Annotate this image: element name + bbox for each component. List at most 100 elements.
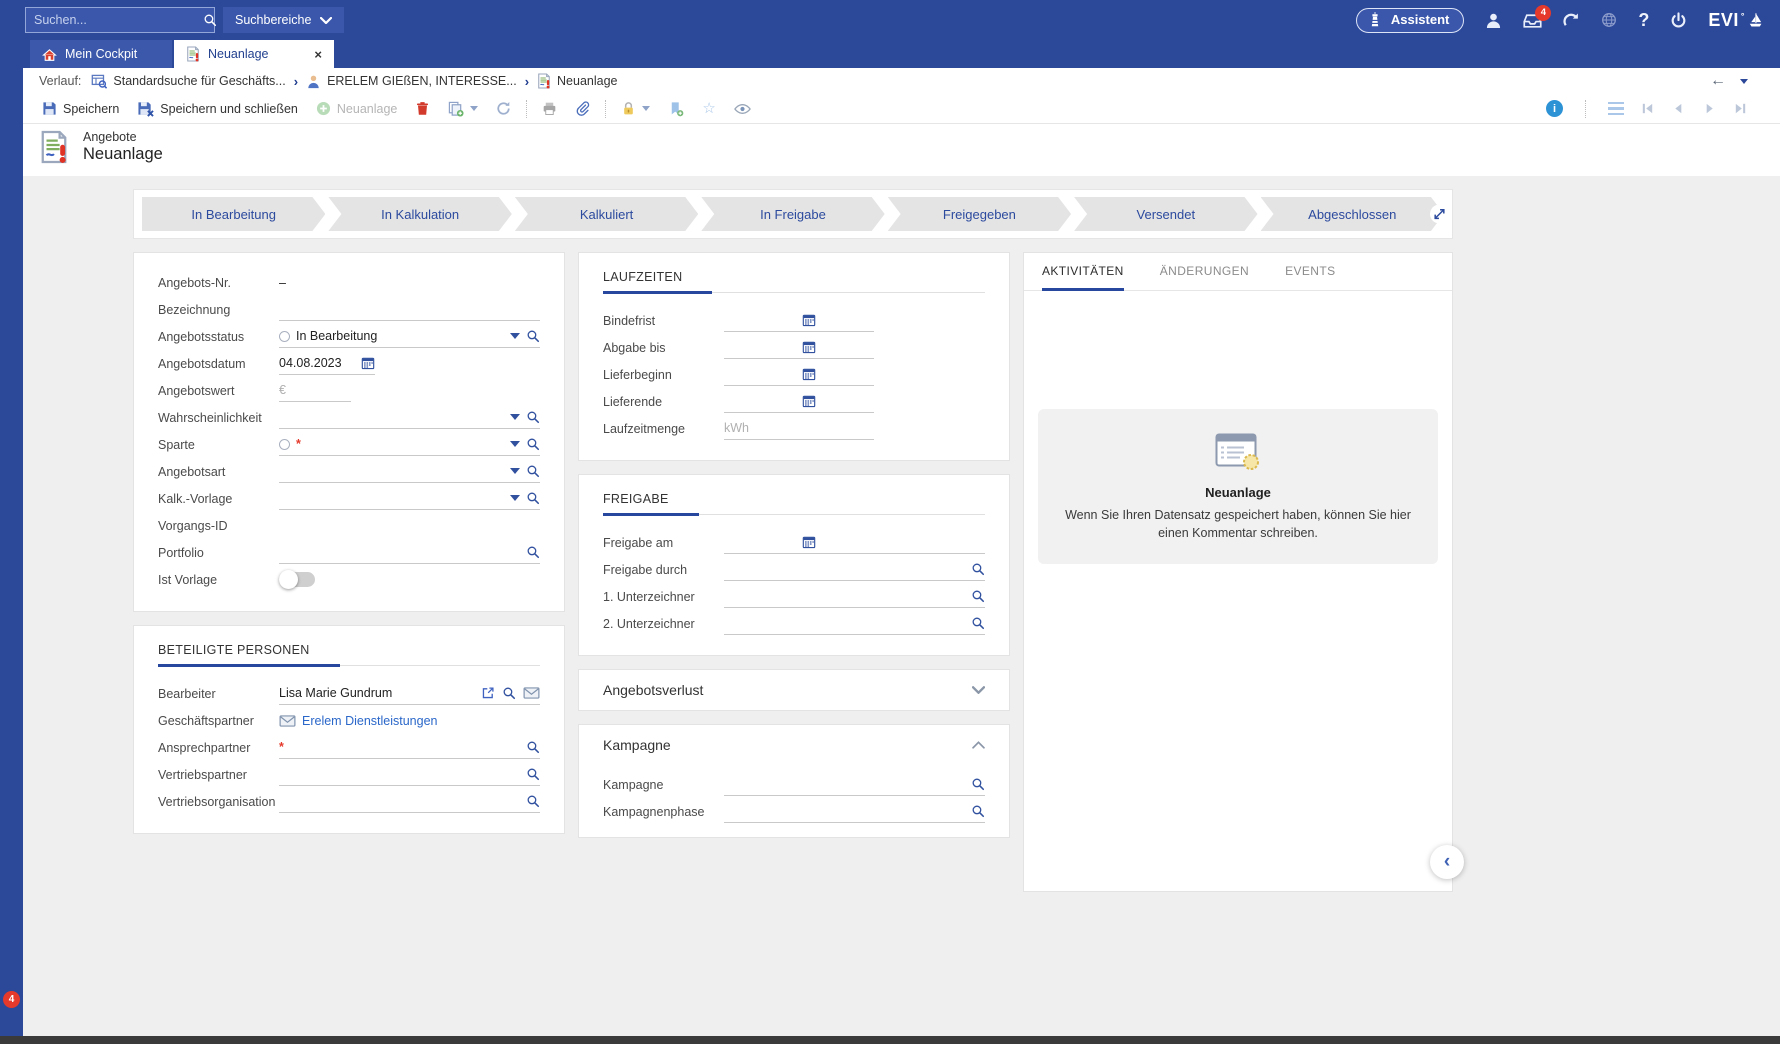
calendar-icon[interactable] [802,340,816,354]
chevron-down-icon[interactable] [510,441,520,447]
search-icon[interactable] [971,804,985,818]
step-versendet[interactable]: Versendet [1074,197,1257,231]
help-icon[interactable]: ? [1638,10,1649,31]
panel-collapse-button[interactable]: ‹ [1430,845,1464,879]
search-icon[interactable] [526,464,540,478]
assistant-button[interactable]: Assistent [1356,8,1465,33]
wahrscheinlichkeit-select[interactable] [279,406,540,429]
calendar-icon[interactable] [802,313,816,327]
angebotsverlust-accordion[interactable]: Angebotsverlust [578,669,1010,711]
laufzeitmenge-input[interactable] [724,421,874,435]
breadcrumb-item-search[interactable]: Standardsuche für Geschäfts... [91,73,285,89]
tab-aenderungen[interactable]: ÄNDERUNGEN [1160,253,1249,291]
angebotsstatus-select[interactable]: In Bearbeitung [279,325,540,348]
save-and-close-button[interactable]: Speichern und schließen [128,94,307,123]
angebotsdatum-input[interactable] [279,356,355,370]
email-icon[interactable] [279,715,296,727]
search-icon[interactable] [526,437,540,451]
notification-badge[interactable]: 4 [3,991,20,1008]
search-icon[interactable] [526,767,540,781]
favorite-button[interactable]: ☆ [693,94,724,123]
chevron-down-icon[interactable] [510,333,520,339]
attachment-button[interactable] [566,94,599,123]
bindefrist-input[interactable] [724,313,796,327]
tab-aktivitaeten[interactable]: AKTIVITÄTEN [1042,253,1124,291]
sparte-select[interactable]: * [279,433,540,456]
step-freigegeben[interactable]: Freigegeben [888,197,1071,231]
chevron-down-icon[interactable] [510,414,520,420]
watch-button[interactable] [725,94,760,123]
search-icon[interactable] [526,740,540,754]
unterzeichner-1-lookup[interactable] [724,585,985,608]
search-icon[interactable] [502,686,516,700]
lieferbeginn-input[interactable] [724,367,796,381]
step-abgeschlossen[interactable]: Abgeschlossen [1261,197,1444,231]
tab-neuanlage[interactable]: Neuanlage × [174,40,334,68]
kampagne-accordion-header[interactable]: Kampagne [603,737,985,753]
search-input[interactable] [26,13,203,27]
chevron-up-icon[interactable] [972,741,985,749]
calendar-icon[interactable] [802,367,816,381]
copy-button[interactable] [439,94,487,123]
tab-mein-cockpit[interactable]: Mein Cockpit [30,40,172,68]
nav-last-icon[interactable] [1733,101,1748,116]
chevron-down-icon[interactable] [972,686,985,694]
left-dock-strip[interactable]: 4 [0,40,23,1036]
calendar-icon[interactable] [361,356,375,370]
history-back-icon[interactable]: ← [1710,73,1726,89]
open-record-icon[interactable] [481,686,495,700]
kalk-vorlage-select[interactable] [279,487,540,510]
search-icon[interactable] [971,589,985,603]
vertriebspartner-lookup[interactable] [279,763,540,786]
history-dropdown-icon[interactable] [1740,79,1748,84]
search-icon[interactable] [526,545,540,559]
angebotsart-select[interactable] [279,460,540,483]
save-button[interactable]: Speichern [33,94,128,123]
chevron-down-icon[interactable] [642,106,650,111]
breadcrumb-item-partner[interactable]: ERELEM GIEßEN, INTERESSE... [306,74,517,89]
search-icon[interactable] [526,491,540,505]
search-icon[interactable] [971,562,985,576]
logout-power-icon[interactable] [1670,12,1687,29]
step-in-freigabe[interactable]: In Freigabe [701,197,884,231]
ansprechpartner-lookup[interactable]: * [279,736,540,759]
step-in-bearbeitung[interactable]: In Bearbeitung [142,197,325,231]
chevron-down-icon[interactable] [510,495,520,501]
step-kalkuliert[interactable]: Kalkuliert [515,197,698,231]
calendar-icon[interactable] [802,394,816,408]
info-icon[interactable]: i [1546,100,1563,117]
user-icon[interactable] [1485,12,1502,29]
nav-previous-icon[interactable] [1671,101,1686,116]
add-bookmark-button[interactable] [659,94,693,123]
lieferende-input[interactable] [724,394,796,408]
nav-first-icon[interactable] [1640,101,1655,116]
print-button[interactable] [533,94,566,123]
unterzeichner-2-lookup[interactable] [724,612,985,635]
chevron-down-icon[interactable] [470,106,478,111]
inbox-icon[interactable]: 4 [1523,13,1542,28]
angebotswert-input[interactable] [279,383,351,397]
geschaeftspartner-link[interactable]: Erelem Dienstleistungen [302,714,438,728]
calendar-icon[interactable] [802,535,816,549]
stepper-expand-icon[interactable] [1430,205,1449,224]
kampagne-lookup[interactable] [724,773,985,796]
chevron-down-icon[interactable] [510,468,520,474]
bearbeiter-lookup[interactable]: Lisa Marie Gundrum [279,682,540,705]
bezeichnung-input[interactable] [279,302,540,316]
ist-vorlage-toggle[interactable] [279,572,315,587]
search-icon[interactable] [203,8,217,32]
abgabe-bis-input[interactable] [724,340,796,354]
search-areas-dropdown[interactable]: Suchbereiche [223,7,344,33]
close-icon[interactable]: × [314,48,322,61]
search-icon[interactable] [971,777,985,791]
search-icon[interactable] [526,410,540,424]
kampagnenphase-lookup[interactable] [724,800,985,823]
search-icon[interactable] [526,794,540,808]
global-search[interactable] [25,7,215,33]
menu-icon[interactable] [1608,102,1624,116]
freigabe-am-input[interactable] [724,535,796,549]
lock-button[interactable] [612,94,659,123]
delete-button[interactable] [406,94,439,123]
vertriebsorganisation-lookup[interactable] [279,790,540,813]
email-icon[interactable] [523,687,540,699]
